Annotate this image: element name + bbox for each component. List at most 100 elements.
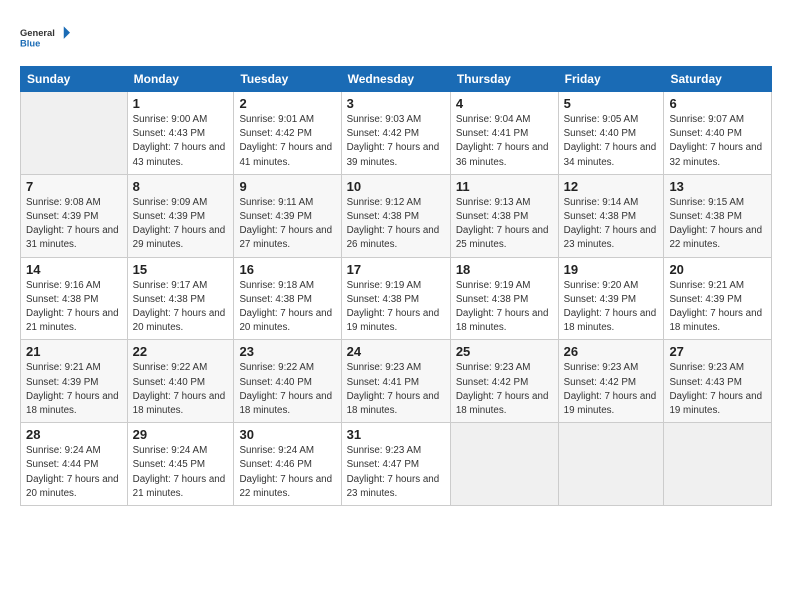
calendar-cell: 8 Sunrise: 9:09 AMSunset: 4:39 PMDaylight… (127, 174, 234, 257)
day-number: 31 (347, 427, 445, 442)
calendar-cell: 20 Sunrise: 9:21 AMSunset: 4:39 PMDayligh… (664, 257, 772, 340)
calendar-cell: 22Sunrise: 9:22 AMSunset: 4:40 PMDayligh… (127, 340, 234, 423)
calendar-cell: 15 Sunrise: 9:17 AMSunset: 4:38 PMDayligh… (127, 257, 234, 340)
calendar-cell: 2 Sunrise: 9:01 AMSunset: 4:42 PMDaylight… (234, 92, 341, 175)
day-number: 4 (456, 96, 553, 111)
day-info: Sunrise: 9:17 AMSunset: 4:38 PMDaylight:… (133, 279, 229, 336)
calendar-cell (21, 92, 128, 175)
calendar-cell: 14 Sunrise: 9:16 AMSunset: 4:38 PMDayligh… (21, 257, 128, 340)
day-number: 7 (26, 179, 122, 194)
week-row-1: 1 Sunrise: 9:00 AMSunset: 4:43 PMDaylight… (21, 92, 772, 175)
day-number: 15 (133, 262, 229, 277)
day-number: 9 (239, 179, 335, 194)
logo-svg: General Blue (20, 18, 70, 56)
day-number: 30 (239, 427, 335, 442)
day-info: Sunrise: 9:22 AMSunset: 4:40 PMDaylight:… (239, 361, 335, 418)
day-number: 18 (456, 262, 553, 277)
day-info: Sunrise: 9:16 AMSunset: 4:38 PMDaylight:… (26, 279, 122, 336)
svg-text:General: General (20, 28, 55, 38)
day-info: Sunrise: 9:15 AMSunset: 4:38 PMDaylight:… (669, 196, 766, 253)
day-number: 13 (669, 179, 766, 194)
day-number: 25 (456, 344, 553, 359)
week-row-4: 21 Sunrise: 9:21 AMSunset: 4:39 PMDayligh… (21, 340, 772, 423)
day-number: 3 (347, 96, 445, 111)
calendar-cell: 4 Sunrise: 9:04 AMSunset: 4:41 PMDaylight… (450, 92, 558, 175)
day-number: 21 (26, 344, 122, 359)
day-info: Sunrise: 9:21 AMSunset: 4:39 PMDaylight:… (26, 361, 122, 418)
day-number: 14 (26, 262, 122, 277)
day-number: 11 (456, 179, 553, 194)
day-info: Sunrise: 9:23 AMSunset: 4:42 PMDaylight:… (456, 361, 553, 418)
day-info: Sunrise: 9:23 AMSunset: 4:47 PMDaylight:… (347, 444, 445, 501)
weekday-header-row: SundayMondayTuesdayWednesdayThursdayFrid… (21, 67, 772, 92)
calendar-cell: 19Sunrise: 9:20 AMSunset: 4:39 PMDayligh… (558, 257, 664, 340)
day-info: Sunrise: 9:18 AMSunset: 4:38 PMDaylight:… (239, 279, 335, 336)
weekday-saturday: Saturday (664, 67, 772, 92)
day-info: Sunrise: 9:21 AMSunset: 4:39 PMDaylight:… (669, 279, 766, 336)
day-number: 8 (133, 179, 229, 194)
calendar-cell: 28Sunrise: 9:24 AMSunset: 4:44 PMDayligh… (21, 423, 128, 506)
day-info: Sunrise: 9:14 AMSunset: 4:38 PMDaylight:… (564, 196, 659, 253)
day-info: Sunrise: 9:03 AMSunset: 4:42 PMDaylight:… (347, 113, 445, 170)
week-row-2: 7Sunrise: 9:08 AMSunset: 4:39 PMDaylight… (21, 174, 772, 257)
day-info: Sunrise: 9:00 AMSunset: 4:43 PMDaylight:… (133, 113, 229, 170)
calendar-cell: 9 Sunrise: 9:11 AMSunset: 4:39 PMDaylight… (234, 174, 341, 257)
day-info: Sunrise: 9:01 AMSunset: 4:42 PMDaylight:… (239, 113, 335, 170)
calendar-table: SundayMondayTuesdayWednesdayThursdayFrid… (20, 66, 772, 506)
day-info: Sunrise: 9:24 AMSunset: 4:46 PMDaylight:… (239, 444, 335, 501)
calendar-cell: 27 Sunrise: 9:23 AMSunset: 4:43 PMDayligh… (664, 340, 772, 423)
day-info: Sunrise: 9:24 AMSunset: 4:45 PMDaylight:… (133, 444, 229, 501)
weekday-sunday: Sunday (21, 67, 128, 92)
day-info: Sunrise: 9:11 AMSunset: 4:39 PMDaylight:… (239, 196, 335, 253)
calendar-cell: 24Sunrise: 9:23 AMSunset: 4:41 PMDayligh… (341, 340, 450, 423)
day-number: 5 (564, 96, 659, 111)
week-row-5: 28Sunrise: 9:24 AMSunset: 4:44 PMDayligh… (21, 423, 772, 506)
week-row-3: 14 Sunrise: 9:16 AMSunset: 4:38 PMDayligh… (21, 257, 772, 340)
calendar-cell: 31 Sunrise: 9:23 AMSunset: 4:47 PMDayligh… (341, 423, 450, 506)
day-info: Sunrise: 9:23 AMSunset: 4:41 PMDaylight:… (347, 361, 445, 418)
weekday-monday: Monday (127, 67, 234, 92)
day-number: 1 (133, 96, 229, 111)
day-info: Sunrise: 9:13 AMSunset: 4:38 PMDaylight:… (456, 196, 553, 253)
calendar-cell: 13 Sunrise: 9:15 AMSunset: 4:38 PMDayligh… (664, 174, 772, 257)
calendar-cell: 1 Sunrise: 9:00 AMSunset: 4:43 PMDaylight… (127, 92, 234, 175)
svg-text:Blue: Blue (20, 38, 40, 48)
day-number: 17 (347, 262, 445, 277)
day-number: 2 (239, 96, 335, 111)
calendar-cell: 30 Sunrise: 9:24 AMSunset: 4:46 PMDayligh… (234, 423, 341, 506)
day-number: 29 (133, 427, 229, 442)
day-number: 27 (669, 344, 766, 359)
calendar-cell (664, 423, 772, 506)
day-info: Sunrise: 9:07 AMSunset: 4:40 PMDaylight:… (669, 113, 766, 170)
calendar-cell: 5Sunrise: 9:05 AMSunset: 4:40 PMDaylight… (558, 92, 664, 175)
calendar-cell: 11 Sunrise: 9:13 AMSunset: 4:38 PMDayligh… (450, 174, 558, 257)
calendar-cell (450, 423, 558, 506)
day-number: 23 (239, 344, 335, 359)
day-info: Sunrise: 9:12 AMSunset: 4:38 PMDaylight:… (347, 196, 445, 253)
day-number: 26 (564, 344, 659, 359)
calendar-cell: 29 Sunrise: 9:24 AMSunset: 4:45 PMDayligh… (127, 423, 234, 506)
day-info: Sunrise: 9:19 AMSunset: 4:38 PMDaylight:… (456, 279, 553, 336)
logo: General Blue (20, 18, 70, 56)
weekday-friday: Friday (558, 67, 664, 92)
day-number: 19 (564, 262, 659, 277)
calendar-cell: 23 Sunrise: 9:22 AMSunset: 4:40 PMDayligh… (234, 340, 341, 423)
weekday-tuesday: Tuesday (234, 67, 341, 92)
day-info: Sunrise: 9:24 AMSunset: 4:44 PMDaylight:… (26, 444, 122, 501)
day-info: Sunrise: 9:09 AMSunset: 4:39 PMDaylight:… (133, 196, 229, 253)
day-info: Sunrise: 9:04 AMSunset: 4:41 PMDaylight:… (456, 113, 553, 170)
calendar-cell: 16 Sunrise: 9:18 AMSunset: 4:38 PMDayligh… (234, 257, 341, 340)
day-number: 16 (239, 262, 335, 277)
calendar-cell: 7Sunrise: 9:08 AMSunset: 4:39 PMDaylight… (21, 174, 128, 257)
day-info: Sunrise: 9:23 AMSunset: 4:43 PMDaylight:… (669, 361, 766, 418)
page-header: General Blue (20, 18, 772, 56)
calendar-cell: 6Sunrise: 9:07 AMSunset: 4:40 PMDaylight… (664, 92, 772, 175)
calendar-cell: 21 Sunrise: 9:21 AMSunset: 4:39 PMDayligh… (21, 340, 128, 423)
weekday-thursday: Thursday (450, 67, 558, 92)
calendar-cell: 26Sunrise: 9:23 AMSunset: 4:42 PMDayligh… (558, 340, 664, 423)
calendar-cell: 10Sunrise: 9:12 AMSunset: 4:38 PMDayligh… (341, 174, 450, 257)
weekday-wednesday: Wednesday (341, 67, 450, 92)
calendar-cell: 3 Sunrise: 9:03 AMSunset: 4:42 PMDaylight… (341, 92, 450, 175)
day-number: 12 (564, 179, 659, 194)
day-number: 20 (669, 262, 766, 277)
